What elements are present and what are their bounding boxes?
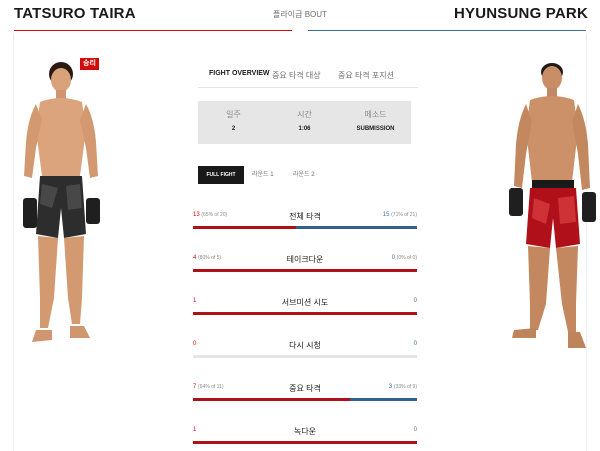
- blue-fighter-name[interactable]: HYUNSUNG PARK: [454, 5, 588, 22]
- round-value: 2: [231, 126, 236, 132]
- red-share-bar: [193, 269, 417, 272]
- tab-significant-strike-positions[interactable]: 중요 타격 포지션: [338, 70, 394, 81]
- red-corner-underline: [14, 30, 292, 31]
- stat-row-total-strikes: 13 (65% of 20) 전체 타격 15 (71% of 21): [193, 211, 417, 231]
- blue-stat-value: 15 (71% of 21): [382, 212, 417, 218]
- blue-stat-value: 0 (0% of 0): [391, 255, 417, 261]
- stat-comparison-bar: [193, 312, 417, 315]
- time-label: 시간: [297, 110, 312, 119]
- round-tab-1[interactable]: 라운드 1: [252, 166, 274, 184]
- blue-stat-value: 0: [413, 427, 417, 433]
- overview-tabs: FIGHT OVERVIEW 중요 타격 대상 중요 타격 포지션: [198, 62, 418, 88]
- method-label: 메소드: [364, 110, 387, 119]
- stat-title: 테이크다운: [286, 255, 324, 264]
- stat-row-significant-strikes: 7 (64% of 11) 중요 타격 3 (33% of 9): [193, 383, 417, 403]
- stat-title: 다시 시청: [289, 341, 321, 350]
- method-info: 메소드 SUBMISSION: [340, 109, 411, 132]
- blue-share-bar: [350, 398, 417, 401]
- red-share-bar: [193, 441, 417, 444]
- stat-row-knockdowns: 1 녹다운 0: [193, 426, 417, 446]
- blue-stat-value: 3 (33% of 9): [388, 384, 417, 390]
- red-share-bar: [193, 312, 417, 315]
- round-tab-2[interactable]: 라운드 2: [293, 166, 315, 184]
- tab-significant-strike-targets[interactable]: 중요 타격 대상: [272, 70, 321, 81]
- round-tab-full-fight[interactable]: FULL FIGHT: [198, 166, 244, 184]
- round-info: 일주 2: [198, 109, 269, 132]
- time-info: 시간 1:06: [269, 109, 340, 132]
- stat-title: 녹다운: [293, 427, 317, 436]
- stat-comparison-bar: [193, 441, 417, 444]
- stat-row-submission-attempts: 1 서브미션 시도 0: [193, 297, 417, 317]
- blue-stat-value: 0: [413, 341, 417, 347]
- stat-comparison-bar: [193, 355, 417, 358]
- winner-badge: 승리: [80, 58, 99, 70]
- time-value: 1:06: [298, 126, 311, 132]
- method-value: SUBMISSION: [356, 126, 395, 132]
- stat-comparison-bar: [193, 269, 417, 272]
- fight-header: TATSURO TAIRA 플라이급 BOUT HYUNSUNG PARK: [0, 0, 600, 34]
- stat-title: 중요 타격: [289, 384, 321, 393]
- blue-stat-value: 0: [413, 298, 417, 304]
- stat-row-reversals: 0 다시 시청 0: [193, 340, 417, 360]
- blue-fighter-photo: [506, 58, 596, 352]
- stat-title: 서브미션 시도: [281, 298, 329, 307]
- round-label: 일주: [226, 110, 241, 119]
- tab-fight-overview[interactable]: FIGHT OVERVIEW: [209, 70, 270, 77]
- blue-share-bar: [296, 226, 417, 229]
- stat-comparison-bar: [193, 398, 417, 401]
- stat-row-takedowns: 4 (80% of 5) 테이크다운 0 (0% of 0): [193, 254, 417, 274]
- fight-stats-card: TATSURO TAIRA 플라이급 BOUT HYUNSUNG PARK 승리: [0, 0, 600, 451]
- stat-comparison-bar: [193, 226, 417, 229]
- red-share-bar: [193, 398, 350, 401]
- red-fighter-photo: [18, 58, 104, 352]
- fight-result-summary: 일주 2 시간 1:06 메소드 SUBMISSION: [198, 101, 411, 144]
- red-share-bar: [193, 226, 296, 229]
- card-left-border: [13, 34, 14, 451]
- blue-corner-underline: [308, 30, 586, 31]
- tabs-divider: [198, 87, 418, 88]
